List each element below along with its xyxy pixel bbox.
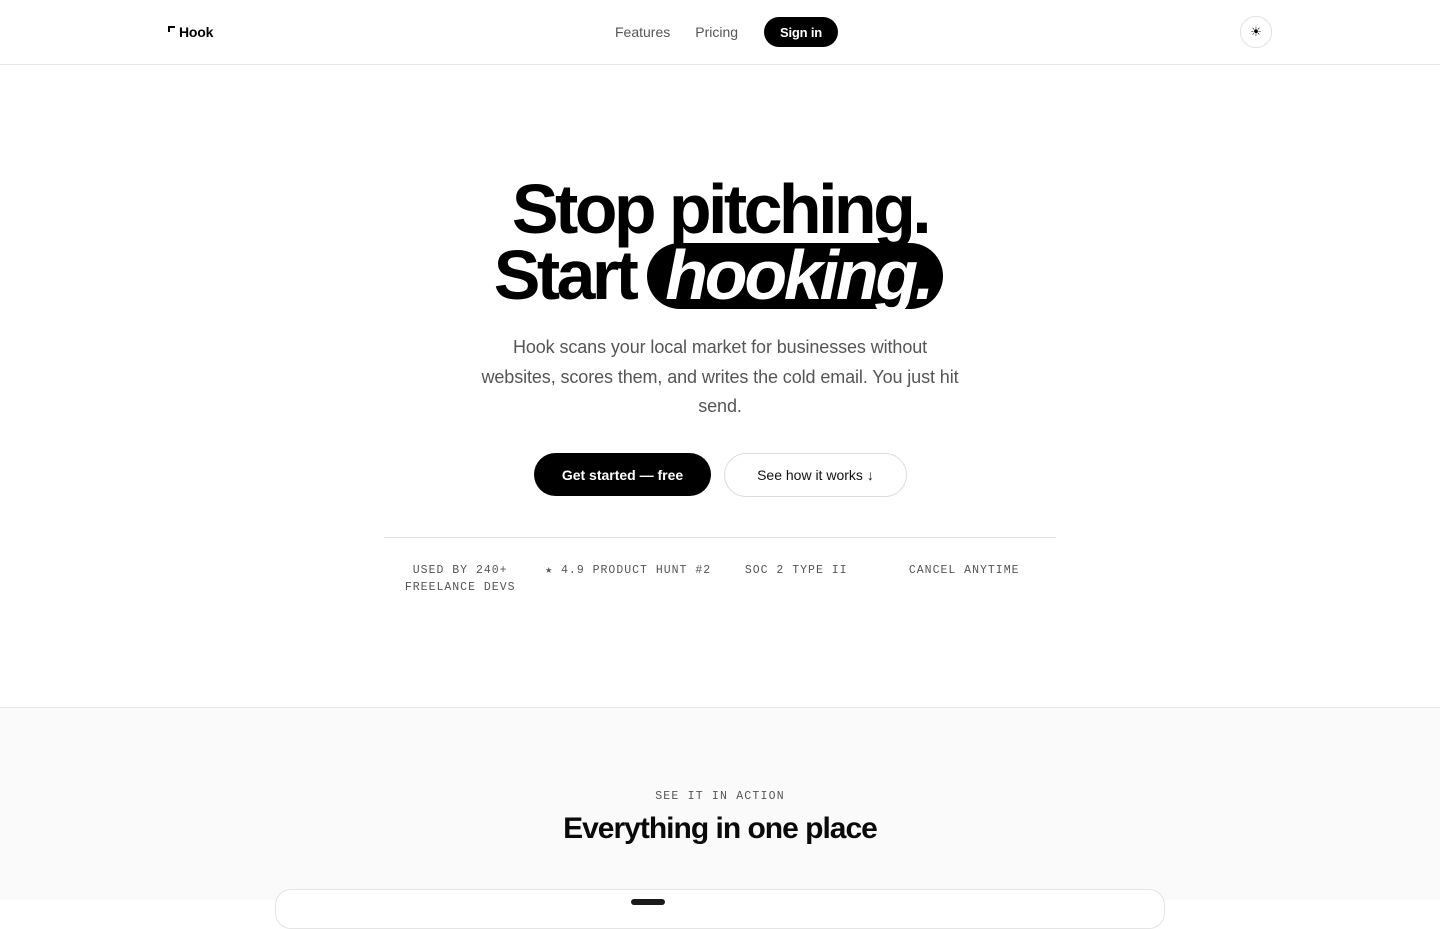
cta-row: Get started — free See how it works ↓ <box>534 453 907 497</box>
see-how-it-works-label: See how it works <box>757 467 863 483</box>
nav-link-features[interactable]: Features <box>615 24 670 40</box>
logo[interactable]: Hook <box>168 22 213 42</box>
proof-item-product-hunt: ★ 4.9 Product Hunt #2 <box>545 564 712 577</box>
hero-title-line-1: Stop pitching. <box>511 170 932 248</box>
sign-in-button[interactable]: Sign in <box>764 17 838 47</box>
arrow-down-icon: ↓ <box>866 467 874 483</box>
logo-text: Hook <box>179 24 214 40</box>
logo-icon <box>168 26 176 34</box>
nav-links: Features Pricing Sign in <box>615 17 838 47</box>
hero-title-pill: hooking. <box>647 240 944 310</box>
hero-subtitle: Hook scans your local market for busines… <box>481 337 959 416</box>
section-eyebrow: SEE IT IN ACTION <box>655 790 785 803</box>
hero-title-line-2: Start hooking. <box>0 240 1440 310</box>
social-proof-row: Used by 240+ freelance devs ★ 4.9 Produc… <box>384 562 1056 596</box>
theme-toggle-button[interactable]: ☀ <box>1240 16 1272 48</box>
nav-link-pricing[interactable]: Pricing <box>695 24 738 40</box>
proof-item-users: Used by 240+ freelance devs <box>404 564 516 594</box>
proof-item-cancel: Cancel anytime <box>908 564 1020 577</box>
see-how-it-works-button[interactable]: See how it works ↓ <box>724 453 907 497</box>
app-preview-card <box>275 889 1165 929</box>
hero-title: Stop pitching. Start hooking. <box>0 170 1440 310</box>
sun-icon: ☀ <box>1250 24 1262 39</box>
hero-title-start: Start <box>493 236 639 314</box>
demo-section: SEE IT IN ACTION Everything in one place <box>0 707 1440 929</box>
section-title: Everything in one place <box>563 812 878 845</box>
get-started-button[interactable]: Get started — free <box>534 453 711 496</box>
proof-item-soc2: SOC 2 Type II <box>744 564 848 577</box>
top-nav: Hook Features Pricing Sign in ☀ <box>0 0 1440 65</box>
proof-divider <box>384 537 1056 538</box>
